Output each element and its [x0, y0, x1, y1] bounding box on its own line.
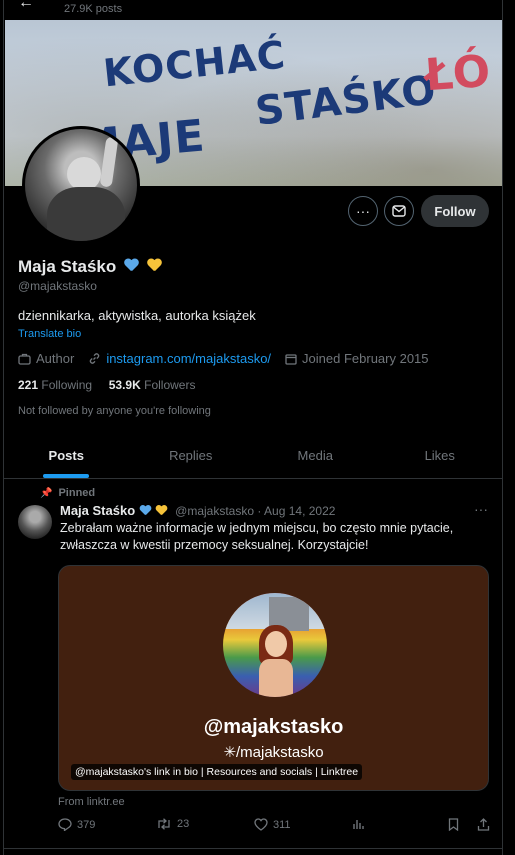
blue-heart-icon	[140, 505, 152, 516]
tab-posts[interactable]: Posts	[4, 432, 129, 478]
card-subtitle: ✳/majakstasko	[223, 744, 324, 761]
posts-count: 27.9K posts	[64, 3, 123, 15]
category-item: Author	[18, 351, 74, 366]
category-label: Author	[36, 351, 75, 366]
bookmark-icon	[448, 818, 459, 831]
profile-handle: @majakstasko	[18, 279, 97, 293]
tweet-header: Maja Staśko @majakstasko · Aug 14, 2022	[60, 503, 335, 518]
following-label: Following	[41, 378, 93, 392]
blue-heart-icon	[124, 259, 139, 273]
link-icon	[90, 353, 100, 364]
back-arrow-icon[interactable]: ←	[18, 0, 34, 12]
following-count: 221	[18, 378, 39, 392]
translate-bio-link[interactable]: Translate bio	[18, 328, 81, 340]
profile-name: Maja Staśko	[18, 257, 117, 276]
tweet-actions: 379 23 311	[58, 818, 496, 836]
pin-icon: 📌	[40, 487, 53, 499]
repost-icon	[158, 818, 170, 830]
heart-outline-icon	[254, 818, 268, 831]
followers-stat[interactable]: 53.9K Followers	[109, 378, 196, 392]
profile-tabs: Posts Replies Media Likes	[4, 432, 502, 479]
reply-icon	[58, 818, 72, 831]
tweet-handle-date[interactable]: @majakstasko · Aug 14, 2022	[175, 504, 335, 518]
tweet-author-name[interactable]: Maja Staśko	[60, 503, 135, 518]
joined-date: Joined February 2015	[302, 351, 429, 366]
avatar-arm	[99, 136, 119, 188]
briefcase-icon	[18, 353, 31, 365]
reply-button[interactable]: 379	[58, 818, 95, 831]
top-bar: ← 27.9K posts	[4, 0, 502, 20]
mail-icon	[392, 205, 406, 217]
pinned-label: 📌 Pinned	[40, 487, 95, 499]
divider	[4, 848, 502, 849]
repost-button[interactable]: 23	[156, 818, 189, 830]
website-link[interactable]: instagram.com/majakstasko/	[106, 351, 271, 366]
yellow-heart-icon	[156, 505, 168, 516]
profile-avatar[interactable]	[22, 126, 140, 244]
reply-count: 379	[77, 818, 96, 831]
card-title: @majakstasko	[203, 716, 344, 738]
tweet-text: Zebrałam ważne informacje w jednym miejs…	[60, 521, 454, 552]
profile-bio: dziennikarka, aktywistka, autorka książe…	[18, 308, 256, 323]
profile-column: ← 27.9K posts KOCHAĆ MAJE STAŚKO ŁÓ ··· …	[3, 0, 503, 855]
not-followed-note: Not followed by anyone you're following	[18, 405, 211, 417]
card-caption: @majakstasko's link in bio | Resources a…	[71, 764, 363, 780]
tab-media[interactable]: Media	[253, 432, 378, 478]
yellow-heart-icon	[147, 259, 162, 273]
avatar-body	[47, 187, 125, 241]
avatar-head	[67, 157, 101, 191]
followers-count: 53.9K	[108, 378, 141, 392]
follow-stats: 221 Following 53.9K Followers	[18, 378, 195, 392]
card-avatar-image	[223, 593, 327, 697]
tweet-more-button[interactable]: ···	[474, 501, 488, 517]
analytics-icon	[353, 820, 364, 829]
following-stat[interactable]: 221 Following	[18, 378, 92, 392]
more-options-button[interactable]: ···	[348, 196, 378, 226]
follow-button[interactable]: Follow	[421, 195, 489, 227]
profile-meta: Author instagram.com/majakstasko/ Joined…	[18, 351, 443, 366]
profile-name-row: Maja Staśko	[18, 257, 162, 277]
tweet-avatar[interactable]	[18, 505, 52, 539]
message-button[interactable]	[384, 196, 414, 226]
followers-label: Followers	[144, 378, 196, 392]
pinned-text: Pinned	[58, 487, 96, 499]
graffiti-text: ŁÓ	[423, 45, 493, 102]
card-face	[265, 631, 287, 657]
card-torso	[259, 659, 293, 697]
calendar-icon	[285, 353, 297, 365]
tab-replies[interactable]: Replies	[129, 432, 254, 478]
card-source[interactable]: From linktr.ee	[58, 796, 125, 808]
link-card[interactable]: @majakstasko ✳/majakstasko @majakstasko'…	[58, 565, 489, 791]
repost-count: 23	[177, 818, 190, 830]
website-item[interactable]: instagram.com/majakstasko/	[88, 351, 271, 366]
share-icon	[477, 818, 490, 831]
joined-item: Joined February 2015	[285, 351, 429, 366]
bookmark-button[interactable]	[448, 818, 464, 831]
share-button[interactable]	[477, 818, 495, 831]
like-count: 311	[273, 818, 291, 831]
like-button[interactable]: 311	[254, 818, 291, 831]
tab-likes[interactable]: Likes	[378, 432, 503, 478]
views-button[interactable]	[352, 818, 369, 830]
